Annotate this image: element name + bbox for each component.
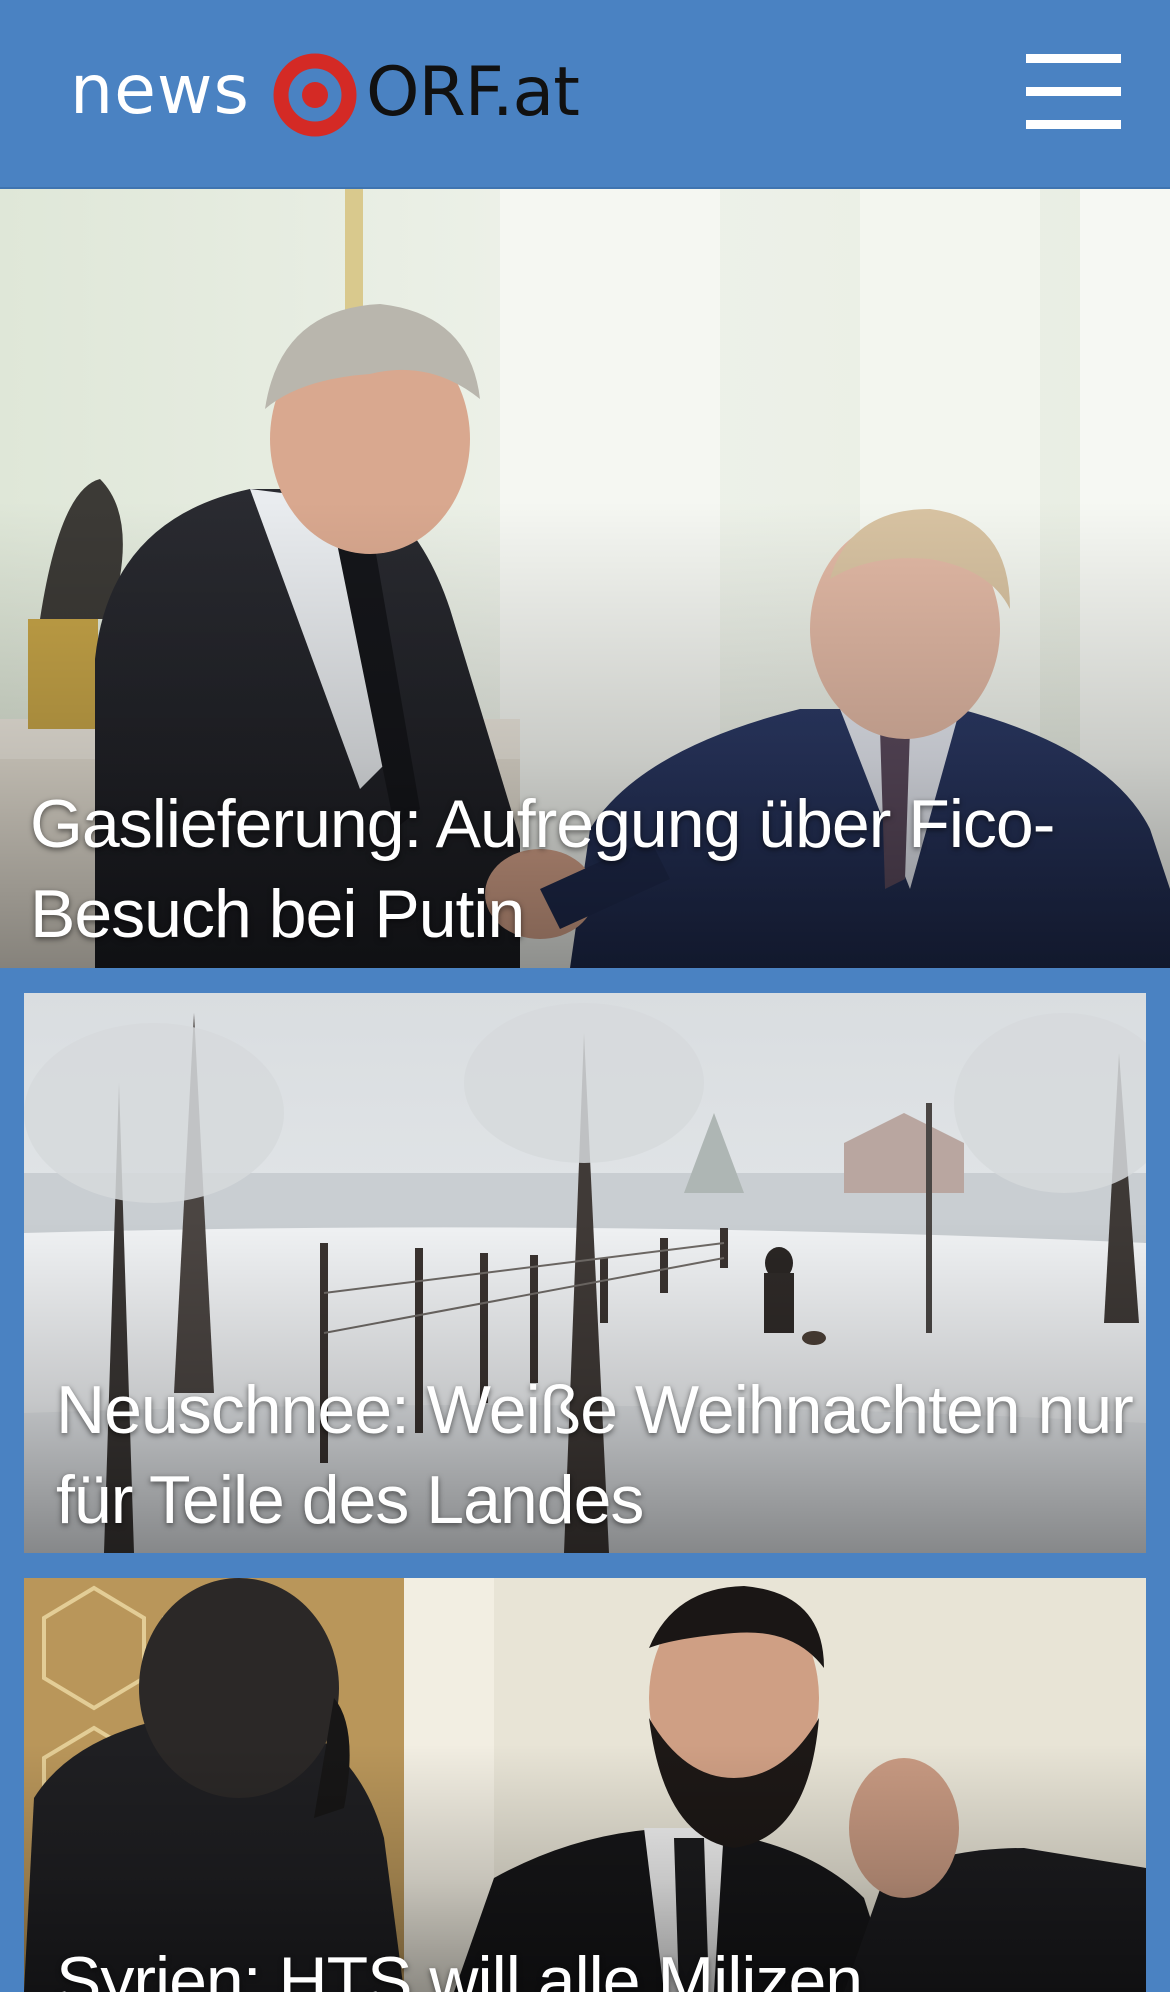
logo-text-orf: ORF.at [365,53,580,132]
menu-bar-top [1026,54,1121,63]
menu-bar-bottom [1026,120,1121,129]
menu-bar-middle [1026,87,1121,96]
story-headline[interactable]: Neuschnee: Weiße Weihnachten nur für Tei… [56,1365,1136,1545]
menu-button[interactable] [1020,48,1124,138]
logo-text-news: news [70,51,250,130]
news-orf-logo[interactable]: news ORF.at [70,45,580,145]
story-headline[interactable]: Syrien: HTS will alle Milizen [56,1936,1136,1992]
site-header: news ORF.at [0,0,1170,189]
story-teaser-fico-putin[interactable]: Gaslieferung: Aufregung über Fico-Besuch… [0,189,1170,968]
story-teaser-neuschnee[interactable]: Neuschnee: Weiße Weihnachten nur für Tei… [24,993,1146,1553]
orf-eye-icon [273,53,357,137]
story-headline[interactable]: Gaslieferung: Aufregung über Fico-Besuch… [30,779,1140,959]
story-teaser-syrien[interactable]: Syrien: HTS will alle Milizen [24,1578,1146,1992]
